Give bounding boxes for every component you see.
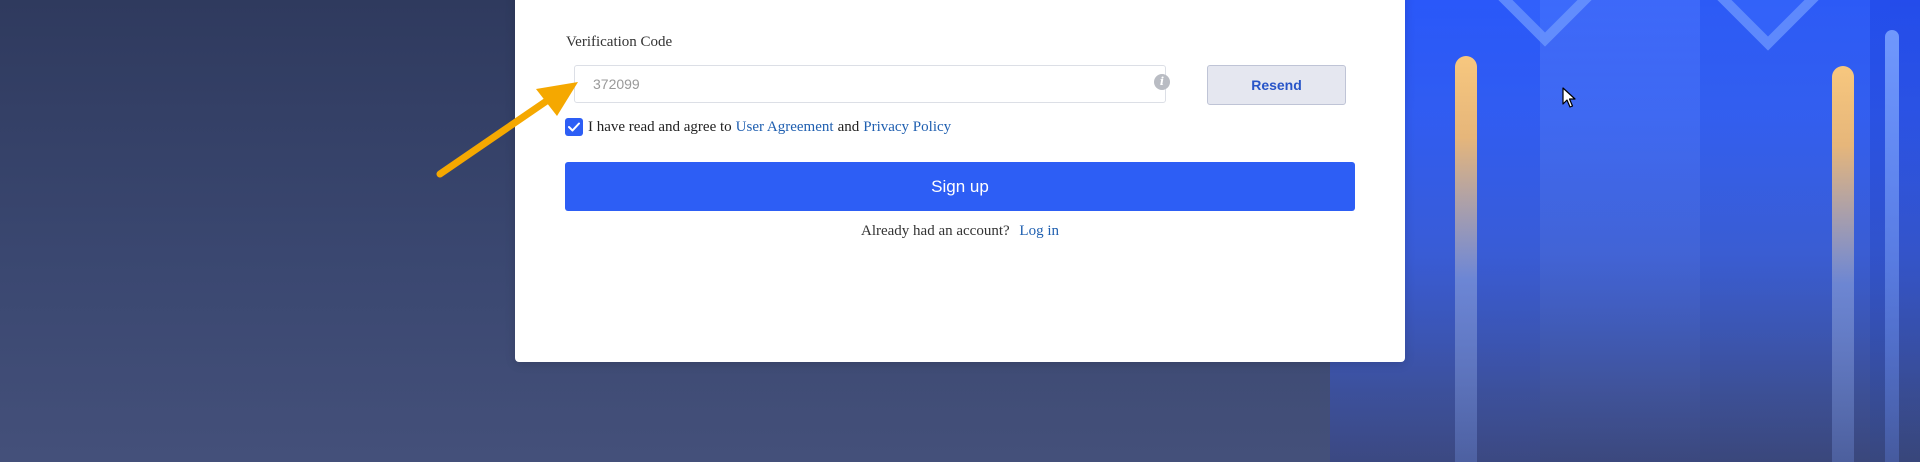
background-panel bbox=[1700, 0, 1890, 462]
info-icon: i bbox=[1154, 74, 1170, 90]
login-prompt: Already had an account? bbox=[860, 223, 1010, 239]
background-pillar bbox=[1885, 30, 1899, 462]
and-text: and bbox=[837, 118, 860, 135]
signup-button[interactable]: Sign up bbox=[565, 162, 1355, 211]
user-agreement-link[interactable]: User Agreement bbox=[736, 119, 834, 136]
check-icon bbox=[568, 122, 580, 132]
agree-checkbox[interactable] bbox=[565, 118, 583, 136]
login-link[interactable]: Log in bbox=[1019, 223, 1059, 239]
background-panel bbox=[1540, 0, 1700, 462]
background-decoration bbox=[1330, 0, 1920, 462]
signup-card: Verification Code i Resend I have read a… bbox=[515, 0, 1405, 362]
background-pillar bbox=[1832, 66, 1854, 462]
agree-text: I have read and agree to bbox=[588, 118, 732, 135]
agreement-row: I have read and agree to User Agreement … bbox=[565, 116, 951, 138]
login-row: Already had an account? Log in bbox=[515, 223, 1405, 240]
verification-code-label: Verification Code bbox=[566, 34, 673, 50]
privacy-policy-link[interactable]: Privacy Policy bbox=[863, 119, 951, 136]
resend-button[interactable]: Resend bbox=[1207, 65, 1346, 105]
background-pillar bbox=[1455, 56, 1477, 462]
mouse-cursor-icon bbox=[1562, 87, 1576, 108]
verification-code-input[interactable] bbox=[574, 65, 1166, 103]
